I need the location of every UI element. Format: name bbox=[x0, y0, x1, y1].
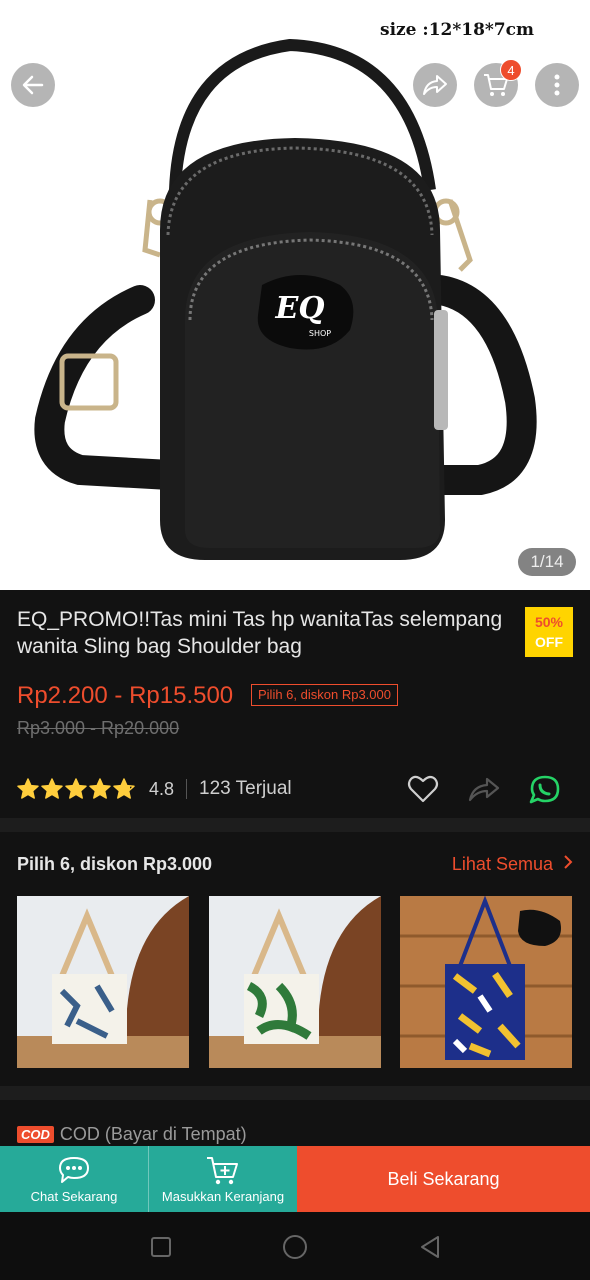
logo-text: EQ bbox=[275, 291, 325, 326]
cart-count-badge: 4 bbox=[500, 59, 522, 81]
see-all-label: Lihat Semua bbox=[451, 854, 553, 874]
sold-count: 123 Terjual bbox=[199, 778, 292, 799]
star-full-icon bbox=[65, 778, 87, 799]
chat-icon bbox=[59, 1156, 89, 1183]
home-icon[interactable] bbox=[282, 1234, 308, 1260]
bundle-section: Pilih 6, diskon Rp3.000 Lihat Semua bbox=[0, 832, 590, 1086]
bottom-action-bar: Chat Sekarang Masukkan Keranjang Beli Se… bbox=[0, 1146, 590, 1212]
rating-value: 4.8 bbox=[149, 778, 175, 799]
discount-percent: 50% bbox=[534, 614, 564, 630]
cart-button[interactable]: 4 bbox=[474, 59, 522, 107]
add-to-cart-icon bbox=[207, 1156, 238, 1184]
discount-off: OFF bbox=[535, 634, 563, 650]
see-all-link[interactable]: Lihat Semua bbox=[452, 854, 574, 875]
whatsapp-icon[interactable] bbox=[528, 774, 562, 806]
more-button[interactable] bbox=[535, 63, 579, 107]
chat-label: Chat Sekarang bbox=[30, 1188, 118, 1204]
chat-button[interactable]: Chat Sekarang bbox=[0, 1146, 148, 1212]
star-full-icon bbox=[17, 778, 39, 799]
more-vertical-icon bbox=[554, 74, 560, 96]
share-icon bbox=[423, 75, 447, 95]
star-full-icon bbox=[41, 778, 63, 799]
product-title: EQ_PROMO!!Tas mini Tas hp wanitaTas sele… bbox=[17, 608, 503, 658]
recent-apps-icon[interactable] bbox=[150, 1236, 172, 1258]
star-full-icon bbox=[89, 778, 111, 799]
section-divider bbox=[0, 1086, 590, 1100]
bundle-item-image bbox=[17, 896, 189, 1068]
section-divider bbox=[0, 818, 590, 832]
buy-now-button[interactable]: Beli Sekarang bbox=[297, 1146, 590, 1212]
cart-label: Masukkan Keranjang bbox=[161, 1188, 285, 1204]
bundle-item-image bbox=[209, 896, 381, 1068]
promo-badge: Pilih 6, diskon Rp3.000 bbox=[251, 684, 398, 706]
bundle-item[interactable] bbox=[17, 896, 189, 1068]
product-image[interactable]: EQ SHOP size :12*18*7cm 4 1/14 bbox=[0, 0, 590, 590]
heart-icon[interactable] bbox=[407, 774, 439, 804]
discount-badge: 50% OFF bbox=[525, 607, 573, 657]
cod-row: COD COD (Bayar di Tempat) bbox=[17, 1124, 247, 1145]
product-page: EQ SHOP size :12*18*7cm 4 1/14 EQ_PROMO!… bbox=[0, 0, 590, 1280]
product-info: EQ_PROMO!!Tas mini Tas hp wanitaTas sele… bbox=[0, 590, 590, 818]
bundle-item[interactable] bbox=[209, 896, 381, 1068]
rating-stars bbox=[17, 778, 135, 800]
share-icon[interactable] bbox=[467, 774, 501, 804]
price: Rp2.200 - Rp15.500 bbox=[17, 682, 234, 709]
image-counter: 1/14 bbox=[518, 548, 576, 576]
rating-row: 4.8 123 Terjual bbox=[17, 774, 577, 804]
add-to-cart-button[interactable]: Masukkan Keranjang bbox=[148, 1146, 297, 1212]
buy-label: Beli Sekarang bbox=[387, 1168, 500, 1189]
system-nav-bar bbox=[0, 1212, 590, 1280]
star-half-icon bbox=[113, 778, 135, 799]
original-price: Rp3.000 - Rp20.000 bbox=[17, 718, 180, 738]
share-button[interactable] bbox=[413, 63, 457, 107]
arrow-left-icon bbox=[22, 75, 44, 95]
chevron-right-icon bbox=[564, 855, 573, 869]
bundle-item[interactable] bbox=[400, 896, 572, 1068]
back-button[interactable] bbox=[11, 63, 55, 107]
bundle-item-image bbox=[400, 896, 572, 1068]
size-label: size :12*18*7cm bbox=[380, 20, 534, 40]
cod-text: COD (Bayar di Tempat) bbox=[59, 1124, 247, 1144]
divider bbox=[186, 779, 188, 799]
logo-subtext: SHOP bbox=[309, 329, 331, 338]
bundle-title: Pilih 6, diskon Rp3.000 bbox=[17, 854, 213, 874]
back-nav-icon[interactable] bbox=[418, 1234, 442, 1260]
cod-logo: COD bbox=[17, 1126, 54, 1143]
